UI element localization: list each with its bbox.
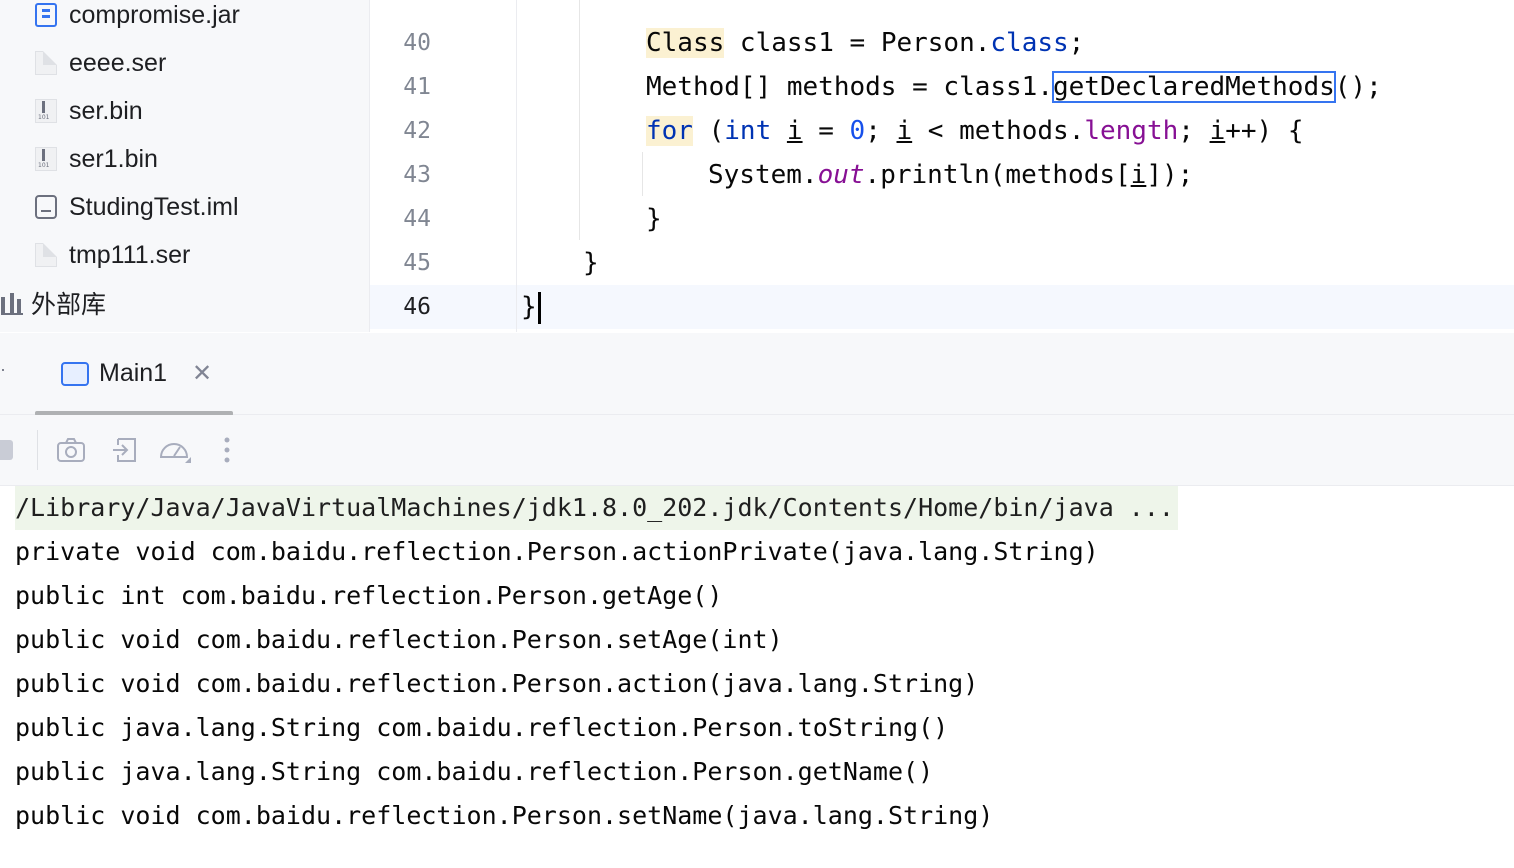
tree-item-label: ser.bin (69, 96, 143, 125)
file-icon (35, 51, 57, 75)
code-line-44: } (646, 204, 662, 234)
restore-layout-icon[interactable] (110, 435, 140, 465)
tree-item-eeee-ser[interactable]: eeee.ser (35, 39, 166, 87)
code-line-43: System.out.println(methods[i]); (708, 153, 1193, 197)
code-token: ; (865, 116, 897, 146)
code-token: i (1209, 116, 1226, 146)
tree-item-label: ser1.bin (69, 144, 158, 173)
line-number: 44 (403, 206, 431, 232)
run-config-icon (61, 362, 89, 386)
code-editor[interactable]: 39 40 41 42 43 44 45 46 Class class1 = P… (370, 0, 1514, 332)
camera-icon[interactable] (56, 435, 86, 465)
profiler-icon[interactable] (158, 435, 194, 465)
code-token: class1 = Person. (724, 28, 991, 58)
code-token: .println(methods[ (864, 160, 1131, 190)
code-token: i (1130, 160, 1147, 190)
line-number: 46 (403, 294, 431, 320)
code-token: Method[] methods = class1. (646, 72, 1053, 102)
console-line: private void com.baidu.reflection.Person… (15, 537, 1099, 566)
tree-item-compromise-jar[interactable]: compromise.jar (35, 0, 240, 39)
code-token: Class (646, 28, 725, 58)
current-line-highlight (370, 285, 1514, 329)
console-line: public void com.baidu.reflection.Person.… (15, 801, 994, 830)
code-token: for (646, 116, 693, 146)
binary-file-icon (35, 99, 57, 123)
indent-guide (579, 0, 580, 240)
code-line-40: Class class1 = Person.class; (646, 21, 1084, 65)
module-file-icon (35, 195, 57, 219)
tree-item-label: compromise.jar (69, 0, 240, 29)
line-number: 42 (403, 118, 431, 144)
code-line-45: } (583, 248, 599, 278)
code-line-42: for (int i = 0; i < methods.length; i++)… (646, 109, 1304, 153)
line-number: 40 (403, 30, 431, 56)
tree-item-label: 外部库 (31, 291, 107, 319)
line-number: 41 (403, 74, 431, 100)
code-token: ]); (1146, 160, 1194, 190)
console-line: public java.lang.String com.baidu.reflec… (15, 757, 934, 786)
tree-item-label: eeee.ser (69, 48, 167, 77)
code-token: < methods. (912, 116, 1085, 146)
code-token: i (896, 116, 913, 146)
console-line: public int com.baidu.reflection.Person.g… (15, 581, 723, 610)
close-icon[interactable]: ✕ (192, 359, 212, 388)
line-number: 39 (370, 0, 431, 4)
library-icon (1, 291, 23, 315)
code-token: ( (692, 116, 725, 146)
line-number: 43 (403, 162, 431, 188)
code-token: 0 (849, 116, 866, 146)
console-line: public void com.baidu.reflection.Person.… (15, 669, 979, 698)
project-tree-panel: compromise.jar eeee.ser ser.bin ser1.bin… (0, 0, 370, 332)
run-toolbar (0, 415, 1514, 486)
stop-icon[interactable] (0, 435, 17, 465)
tree-item-ser-bin[interactable]: ser.bin (35, 87, 143, 135)
code-token: out (817, 160, 865, 190)
code-token: ; (1068, 28, 1085, 58)
code-line-41: Method[] methods = class1.getDeclaredMet… (646, 65, 1382, 109)
collapsed-panel-marker: · (0, 359, 6, 379)
toolbar-separator (37, 430, 38, 470)
tab-label: Main1 (99, 359, 168, 387)
tree-item-studingtest-iml[interactable]: StudingTest.iml (35, 183, 239, 231)
code-token: } (521, 292, 537, 322)
binary-file-icon (35, 147, 57, 171)
jar-icon (35, 3, 57, 27)
code-line-46: } (521, 285, 541, 329)
tree-item-ser1-bin[interactable]: ser1.bin (35, 135, 158, 183)
code-token: ++) { (1225, 116, 1304, 146)
tab-main1[interactable]: Main1 ✕ (35, 333, 233, 416)
code-token: = (802, 116, 850, 146)
tree-item-external-libraries[interactable]: 外部库 (1, 279, 106, 327)
code-token: (); (1334, 72, 1382, 102)
console-output[interactable]: /Library/Java/JavaVirtualMachines/jdk1.8… (0, 486, 1514, 868)
more-vertical-icon[interactable] (212, 435, 242, 465)
code-token: length (1084, 116, 1179, 146)
code-token: ; (1178, 116, 1210, 146)
console-line: public void com.baidu.reflection.Person.… (15, 625, 783, 654)
text-caret (537, 291, 541, 324)
code-token: class (990, 28, 1069, 58)
console-command-line[interactable]: /Library/Java/JavaVirtualMachines/jdk1.8… (15, 486, 1178, 530)
code-token: i (786, 116, 803, 146)
line-number: 45 (403, 250, 431, 276)
tree-item-tmp111-ser[interactable]: tmp111.ser (35, 231, 190, 279)
tree-item-label: tmp111.ser (69, 240, 191, 269)
indent-guide (642, 152, 643, 196)
tree-item-label: StudingTest.iml (69, 192, 239, 221)
selected-method-token[interactable]: getDeclaredMethods (1052, 71, 1336, 103)
code-token: System. (708, 160, 818, 190)
line-number-gutter: 39 40 41 42 43 44 45 46 (370, 0, 517, 332)
run-tool-window-header: · Main1 ✕ (0, 333, 1514, 416)
file-icon (35, 243, 57, 267)
code-token: int (724, 116, 772, 146)
console-line: public java.lang.String com.baidu.reflec… (15, 713, 949, 742)
